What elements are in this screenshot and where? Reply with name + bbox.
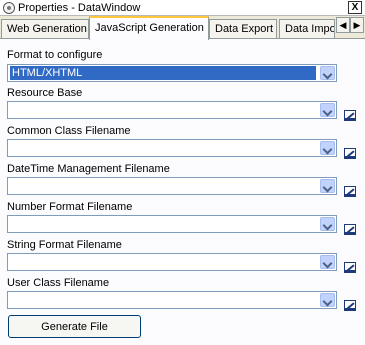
string-format-filename-combo[interactable] [7,253,337,271]
resource-base-value [10,103,14,117]
window-titlebar: Properties - DataWindow X [0,0,365,16]
tab-data-import[interactable]: Data Impo [279,19,335,39]
string-format-filename-value [10,255,14,269]
edit-pencil-icon[interactable] [344,300,356,311]
datetime-management-filename-combo[interactable] [7,177,337,195]
chevron-left-icon: ◀ [339,20,347,30]
chevron-down-icon[interactable] [320,179,335,193]
user-class-filename-value [10,293,14,307]
common-class-filename-combo[interactable] [7,139,337,157]
datetime-management-filename-value [10,179,14,193]
datetime-management-filename-label: DateTime Management Filename [7,163,170,175]
javascript-generation-panel: Format to configure HTML/XHTML Resource … [0,38,365,345]
chevron-right-icon: ▶ [353,20,361,30]
chevron-down-icon[interactable] [320,103,335,117]
chevron-down-icon[interactable] [320,255,335,269]
close-icon: X [351,2,359,13]
tab-data-export[interactable]: Data Export [209,19,277,39]
tab-label: JavaScript Generation [95,22,204,34]
chevron-down-icon[interactable] [320,293,335,307]
edit-pencil-icon[interactable] [344,224,356,235]
tab-label: Data Impo [285,23,335,35]
resource-base-combo[interactable] [7,101,337,119]
tab-label: Web Generation [7,23,87,35]
window-title: Properties - DataWindow [18,2,141,14]
tab-label: Data Export [215,23,274,35]
string-format-filename-label: String Format Filename [7,239,122,251]
chevron-down-icon[interactable] [320,217,335,231]
edit-pencil-icon[interactable] [344,262,356,273]
number-format-filename-combo[interactable] [7,215,337,233]
datawindow-app-icon [3,2,15,14]
resource-base-label: Resource Base [7,87,83,99]
tab-scroll-right-button[interactable]: ▶ [350,17,364,33]
tab-web-generation[interactable]: Web Generation [1,19,89,39]
chevron-down-icon[interactable] [320,141,335,155]
user-class-filename-combo[interactable] [7,291,337,309]
generate-file-button[interactable]: Generate File [8,315,141,338]
edit-pencil-icon[interactable] [344,148,356,159]
number-format-filename-value [10,217,14,231]
common-class-filename-value [10,141,14,155]
format-to-configure-select[interactable]: HTML/XHTML [7,64,337,82]
edit-pencil-icon[interactable] [344,110,356,121]
common-class-filename-label: Common Class Filename [7,125,131,137]
tab-javascript-generation[interactable]: JavaScript Generation [89,16,209,40]
edit-pencil-icon[interactable] [344,186,356,197]
chevron-down-icon[interactable] [320,66,335,80]
tab-scroll-left-button[interactable]: ◀ [336,17,350,33]
format-to-configure-value: HTML/XHTML [10,66,316,80]
close-button[interactable]: X [348,1,362,14]
format-to-configure-label: Format to configure [7,49,103,61]
user-class-filename-label: User Class Filename [7,277,110,289]
number-format-filename-label: Number Format Filename [7,201,133,213]
tab-strip: Web Generation Data Export Data Impo Jav… [0,16,365,40]
